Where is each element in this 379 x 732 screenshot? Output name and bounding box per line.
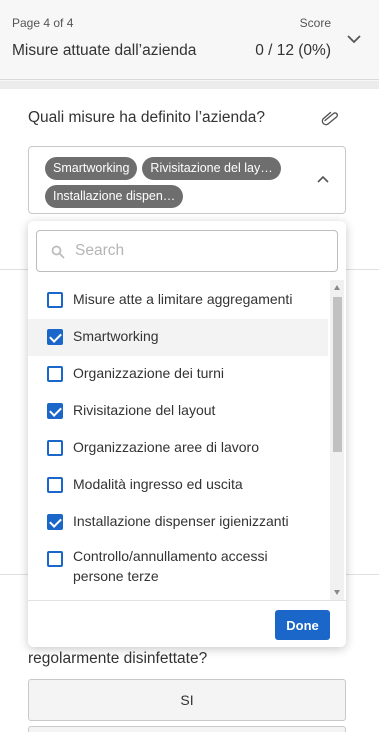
scroll-down-icon[interactable]	[334, 590, 340, 595]
multiselect-field[interactable]: Smartworking Rivisitazione del lay… Inst…	[28, 146, 346, 214]
checkbox[interactable]	[47, 366, 63, 382]
list-item[interactable]: Controllo/annullamento accessi persone t…	[28, 541, 328, 597]
checkbox[interactable]	[47, 477, 63, 493]
dropdown-footer: Done	[28, 600, 346, 647]
question-text: Quali misure ha definito l’azienda?	[28, 109, 265, 126]
section-title: Misure attuate dall’azienda	[12, 42, 197, 59]
list-item[interactable]: Modalità ingresso ed uscita	[28, 467, 328, 504]
score-value: 0 / 12 (0%)	[255, 42, 331, 59]
list-item[interactable]: Organizzazione aree di lavoro	[28, 430, 328, 467]
checkbox[interactable]	[47, 292, 63, 308]
divider	[0, 269, 28, 270]
chevron-up-icon[interactable]	[315, 172, 331, 188]
list-item[interactable]: Misure atte a limitare aggregamenti	[28, 282, 328, 319]
search-icon	[51, 245, 65, 259]
option-label: Smartworking	[73, 328, 159, 344]
divider	[346, 574, 379, 575]
option-label: Rivisitazione del layout	[73, 402, 216, 418]
list-item[interactable]: Organizzazione dei turni	[28, 356, 328, 393]
next-question-text: regolarmente disinfettate?	[28, 650, 208, 667]
chevron-down-icon[interactable]	[345, 30, 363, 48]
divider	[346, 269, 379, 270]
option-label: Organizzazione dei turni	[73, 365, 224, 381]
page-header[interactable]: Page 4 of 4 Misure attuate dall’azienda …	[0, 0, 379, 80]
paperclip-icon[interactable]	[321, 110, 339, 126]
section-gap	[0, 81, 379, 89]
checkbox[interactable]	[47, 551, 63, 567]
multiselect-dropdown: Misure atte a limitare aggregamenti Smar…	[28, 221, 346, 647]
yes-button[interactable]: SI	[28, 679, 346, 721]
checkbox[interactable]	[47, 403, 63, 419]
list-item[interactable]: Smartworking	[28, 319, 328, 356]
search-box[interactable]	[36, 230, 338, 272]
checkbox[interactable]	[47, 329, 63, 345]
page-label: Page 4 of 4	[12, 16, 74, 30]
selected-chip[interactable]: Smartworking	[45, 157, 138, 180]
selected-chip[interactable]: Rivisitazione del lay…	[142, 157, 281, 180]
list-item[interactable]: Installazione dispenser igienizzanti	[28, 504, 328, 541]
option-label: Misure atte a limitare aggregamenti	[73, 291, 293, 307]
score-label: Score	[299, 16, 331, 30]
scrollbar-thumb[interactable]	[333, 297, 342, 452]
checkbox[interactable]	[47, 514, 63, 530]
option-label: Modalità ingresso ed uscita	[73, 476, 243, 492]
no-button[interactable]	[28, 726, 346, 732]
done-button[interactable]: Done	[275, 610, 330, 640]
options-list: Misure atte a limitare aggregamenti Smar…	[28, 280, 328, 600]
selected-chips: Smartworking Rivisitazione del lay… Inst…	[45, 157, 305, 208]
scroll-up-icon[interactable]	[334, 285, 340, 290]
list-item[interactable]: Rivisitazione del layout	[28, 393, 328, 430]
selected-chip[interactable]: Installazione dispen…	[45, 185, 184, 208]
search-input[interactable]	[75, 231, 325, 271]
scrollbar[interactable]	[330, 280, 344, 600]
option-label: Installazione dispenser igienizzanti	[73, 513, 289, 529]
option-label: Controllo/annullamento accessi persone t…	[73, 548, 268, 584]
divider	[0, 574, 28, 575]
checkbox[interactable]	[47, 440, 63, 456]
option-label: Organizzazione aree di lavoro	[73, 439, 259, 455]
